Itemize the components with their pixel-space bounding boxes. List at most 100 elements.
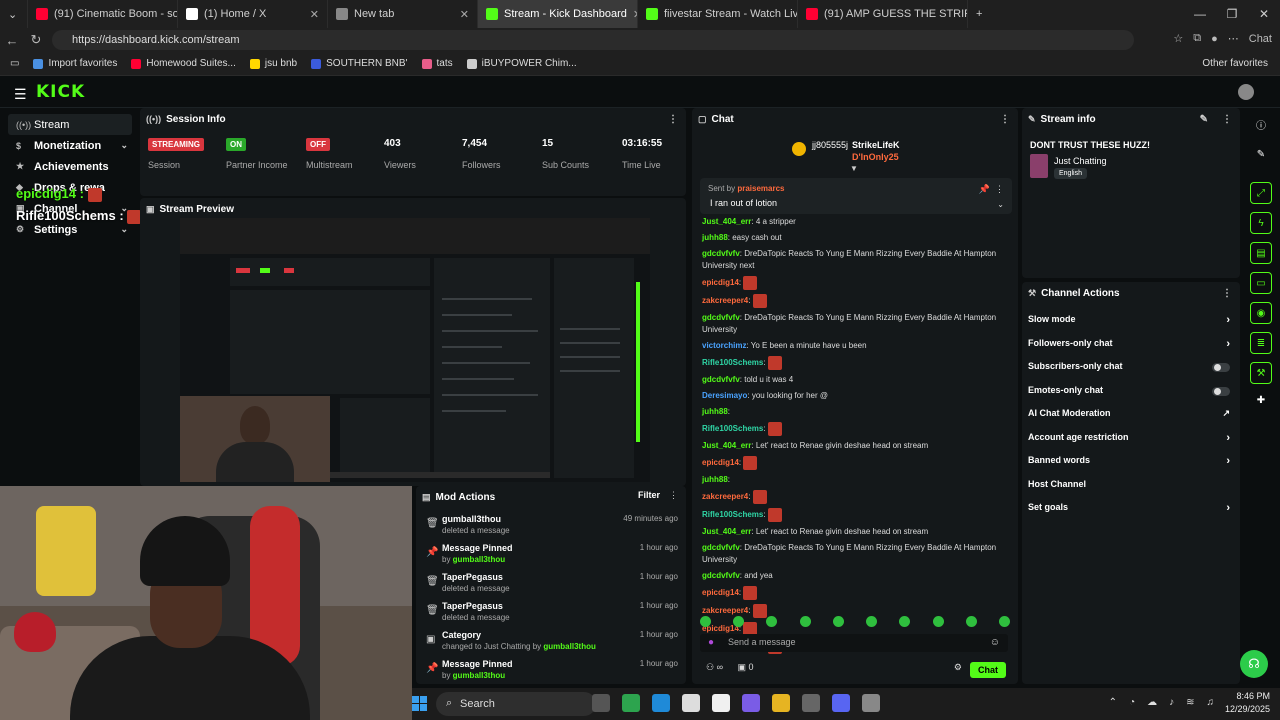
emote-icon[interactable]	[932, 616, 944, 627]
taskbar-search[interactable]: ⌕ Search	[436, 692, 596, 716]
more-options-icon[interactable]: ⋮	[995, 184, 1004, 195]
chat-message[interactable]: epicdig14:	[702, 456, 1014, 470]
channel-action-set-goals[interactable]: Set goals ›	[1028, 502, 1234, 522]
stream-preview-video[interactable]	[180, 218, 650, 482]
chat-message[interactable]: gdcdvfvfv: told u it was 4	[702, 374, 1014, 386]
chat-username[interactable]: Rifle100Schems	[702, 358, 763, 367]
top-user[interactable]: StrikeLifeK	[852, 140, 900, 150]
xbox-icon[interactable]	[622, 694, 640, 712]
avatar[interactable]	[1238, 84, 1254, 100]
chat-username[interactable]: gdcdvfvfv	[702, 543, 740, 552]
emote-icon[interactable]	[700, 616, 711, 627]
mod-action-row[interactable]: 📌 Message Pinned by gumball3thou 1 hour ago	[426, 543, 682, 571]
chat-message[interactable]: epicdig14:	[702, 276, 1014, 290]
volume-icon[interactable]: ♫	[1207, 697, 1215, 708]
edit-icon[interactable]: ✎	[1200, 114, 1208, 125]
channel-action-subscribers-only-chat[interactable]: Subscribers-only chat	[1028, 361, 1234, 381]
settings-icon[interactable]	[862, 694, 880, 712]
chat-username[interactable]: juhh88	[702, 475, 728, 484]
copilot-chat-button[interactable]: Chat	[1249, 33, 1272, 45]
emote-icon[interactable]	[733, 616, 745, 627]
url-field[interactable]: https://dashboard.kick.com/stream	[52, 30, 1134, 50]
users-icon[interactable]: ⚇ ∞	[706, 662, 723, 672]
channel-action-banned-words[interactable]: Banned words ›	[1028, 455, 1234, 475]
emoji-icon[interactable]: ☺	[990, 637, 1000, 648]
windows-start-icon[interactable]	[412, 696, 428, 712]
chat-username[interactable]: Rifle100Schems	[702, 510, 763, 519]
chat-username[interactable]: Just_404_err	[702, 441, 751, 450]
gift-icon[interactable]: ▣	[738, 662, 747, 672]
chat-username[interactable]: gdcdvfvfv	[702, 571, 740, 580]
mod-action-row[interactable]: 📌 Message Pinned by gumball3thou 1 hour ago	[426, 659, 682, 687]
chevron-up-icon[interactable]: ⌃	[1109, 697, 1117, 708]
chat-message[interactable]: Just_404_err: 4 a stripper	[702, 216, 1014, 228]
copilot-icon[interactable]	[742, 694, 760, 712]
chat-username[interactable]: juhh88	[702, 407, 728, 416]
chat-bubble-icon[interactable]: ▭	[1250, 272, 1272, 294]
extensions-icon[interactable]: ⧉	[1193, 32, 1201, 45]
emote-icon[interactable]	[832, 616, 844, 627]
more-options-icon[interactable]: ⋮	[669, 490, 678, 501]
sidebar-item-stream[interactable]: ((•)) Stream	[8, 114, 132, 135]
emote-icon[interactable]	[965, 616, 977, 627]
browser-tab[interactable]: (91) Cinematic Boom - sound effe✕	[28, 0, 178, 28]
gear-icon[interactable]: ⚙	[954, 662, 962, 673]
pin-icon[interactable]: 📌	[979, 184, 990, 195]
kick-logo[interactable]: KICK	[36, 82, 85, 102]
browser-tab[interactable]: New tab ✕	[328, 0, 478, 28]
mod-action-row[interactable]: 🗑 gumball3thou deleted a message 49 minutes…	[426, 514, 682, 542]
clipboard-icon[interactable]: ▤	[1250, 242, 1272, 264]
maximize-icon[interactable]: ❐	[1216, 0, 1248, 28]
emote-icon[interactable]	[998, 616, 1010, 627]
chat-message[interactable]: gdcdvfvfv: DreDaTopic Reacts To Yung E M…	[702, 542, 1014, 566]
more-options-icon[interactable]: ⋮	[1222, 288, 1232, 299]
top-user[interactable]: jj805555j	[812, 140, 848, 150]
file-icon[interactable]	[712, 694, 730, 712]
discord-icon[interactable]	[832, 694, 850, 712]
mod-action-row[interactable]: 🗑 TaperPegasus deleted a message 1 hour ago	[426, 601, 682, 629]
chat-message[interactable]: juhh88:	[702, 406, 1014, 418]
close-tab-icon[interactable]: ✕	[310, 8, 319, 21]
puzzle-icon[interactable]: ✚	[1250, 390, 1272, 412]
stack-icon[interactable]: ≣	[1250, 332, 1272, 354]
sidebar-item-achievements[interactable]: ★ Achievements	[0, 156, 140, 177]
close-tab-icon[interactable]: ✕	[460, 8, 469, 21]
edge-icon[interactable]	[652, 694, 670, 712]
chat-username[interactable]: Just_404_err	[702, 527, 751, 536]
chat-username[interactable]: epicdig14	[702, 278, 739, 287]
bookmark-item[interactable]: SOUTHERN BNB'	[311, 58, 408, 69]
minimize-icon[interactable]: —	[1184, 0, 1216, 28]
chevron-down-icon[interactable]: ⌄	[997, 200, 1004, 209]
chat-message[interactable]: Rifle100Schems:	[702, 422, 1014, 436]
pencil-icon[interactable]: ✎	[1250, 144, 1272, 166]
chat-message[interactable]: Deresimayo: you looking for her @	[702, 390, 1014, 402]
info-icon[interactable]: ⓘ	[1250, 116, 1272, 138]
mic-icon[interactable]: ●	[708, 637, 714, 648]
back-icon[interactable]: ←	[0, 33, 24, 48]
chat-message[interactable]: Rifle100Schems:	[702, 356, 1014, 370]
more-icon[interactable]: ⋯	[1228, 32, 1239, 45]
chat-username[interactable]: gdcdvfvfv	[702, 313, 740, 322]
bookmark-item[interactable]: Homewood Suites...	[131, 58, 236, 69]
chat-username[interactable]: gdcdvfvfv	[702, 375, 740, 384]
chat-username[interactable]: Just_404_err	[702, 217, 751, 226]
lightning-icon[interactable]: ϟ	[1250, 212, 1272, 234]
emote-icon[interactable]	[766, 616, 778, 627]
chat-input[interactable]: ● Send a message ☺	[700, 634, 1008, 652]
favorites-star-icon[interactable]: ☆	[1173, 32, 1183, 45]
mod-action-row[interactable]: ▣ Category changed to Just Chatting by gum…	[426, 630, 682, 658]
chat-message[interactable]: Just_404_err: Let' react to Renae givin …	[702, 526, 1014, 538]
top-user[interactable]: D'InOnly25	[852, 152, 899, 162]
sidebar-item-monetization[interactable]: $ Monetization ⌄	[0, 135, 140, 156]
chat-username[interactable]: epicdig14	[702, 588, 739, 597]
more-options-icon[interactable]: ⋮	[668, 114, 678, 125]
filter-button[interactable]: Filter	[638, 490, 660, 500]
mic-icon[interactable]: ♪	[1169, 697, 1174, 708]
bookmark-item[interactable]: iBUYPOWER Chim...	[466, 58, 577, 69]
chat-username[interactable]: Rifle100Schems	[702, 424, 763, 433]
toggle-switch[interactable]	[1212, 363, 1230, 372]
channel-action-emotes-only-chat[interactable]: Emotes-only chat	[1028, 385, 1234, 405]
other-favorites[interactable]: Other favorites	[1202, 58, 1268, 69]
support-chat-icon[interactable]: ☊	[1240, 650, 1268, 678]
channel-action-slow-mode[interactable]: Slow mode ›	[1028, 314, 1234, 334]
